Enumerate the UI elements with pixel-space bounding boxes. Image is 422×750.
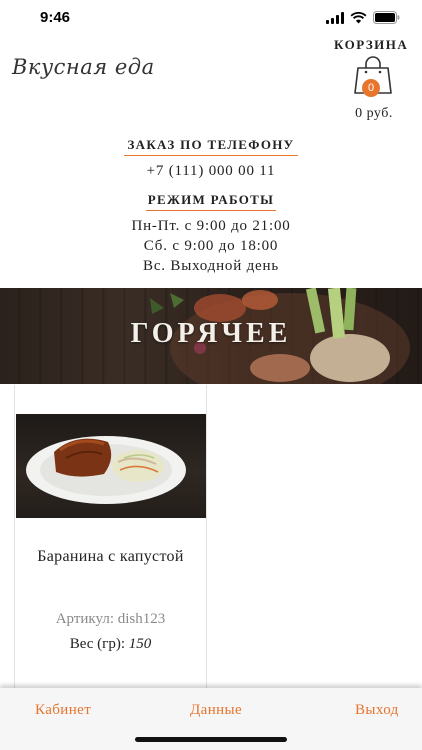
- hours-heading-underline: [146, 210, 276, 211]
- product-image[interactable]: [16, 414, 206, 518]
- wifi-icon: [350, 11, 367, 24]
- category-title: ГОРЯЧЕЕ: [130, 318, 292, 349]
- nav-data[interactable]: Данные: [190, 702, 242, 719]
- status-bar: 9:46: [0, 0, 422, 38]
- product-name[interactable]: Баранина с капустой: [15, 548, 206, 566]
- product-weight-value: 150: [128, 636, 152, 652]
- phone-heading-underline: [124, 155, 298, 156]
- product-card[interactable]: Баранина с капустой Артикул: dish123 Вес…: [14, 385, 207, 705]
- product-sku: Артикул: dish123: [55, 611, 166, 627]
- nav-exit[interactable]: Выход: [355, 702, 399, 719]
- hours-saturday: Сб. с 9:00 до 18:00: [143, 238, 279, 254]
- product-weight-label: Вес (гр):: [69, 636, 125, 652]
- signal-icon: [326, 11, 344, 24]
- cart-title: КОРЗИНА: [334, 37, 409, 52]
- cart-total: 0 руб.: [355, 106, 393, 121]
- hours-sunday: Вс. Выходной день: [143, 258, 279, 274]
- hours-weekdays: Пн-Пт. с 9:00 до 21:00: [131, 218, 291, 234]
- hours-heading: РЕЖИМ РАБОТЫ: [147, 192, 275, 207]
- battery-icon: [373, 11, 400, 24]
- nav-cabinet[interactable]: Кабинет: [35, 702, 91, 719]
- phone-number[interactable]: +7 (111) 000 00 11: [0, 161, 422, 181]
- status-time: 9:46: [40, 9, 71, 26]
- hours-section: РЕЖИМ РАБОТЫ Пн-Пт. с 9:00 до 21:00 Сб. …: [0, 191, 422, 276]
- logo[interactable]: Вкусная еда: [12, 55, 155, 79]
- phone-heading: ЗАКАЗ ПО ТЕЛЕФОНУ: [127, 137, 295, 152]
- phone-section: ЗАКАЗ ПО ТЕЛЕФОНУ +7 (111) 000 00 11: [0, 136, 422, 181]
- product-weight: Вес (гр): 150: [15, 636, 206, 653]
- cart-count-badge: 0: [362, 79, 380, 97]
- category-banner[interactable]: ГОРЯЧЕЕ: [0, 288, 422, 384]
- status-icons: [326, 11, 400, 24]
- dish-photo: [26, 436, 186, 504]
- home-indicator[interactable]: [135, 737, 287, 742]
